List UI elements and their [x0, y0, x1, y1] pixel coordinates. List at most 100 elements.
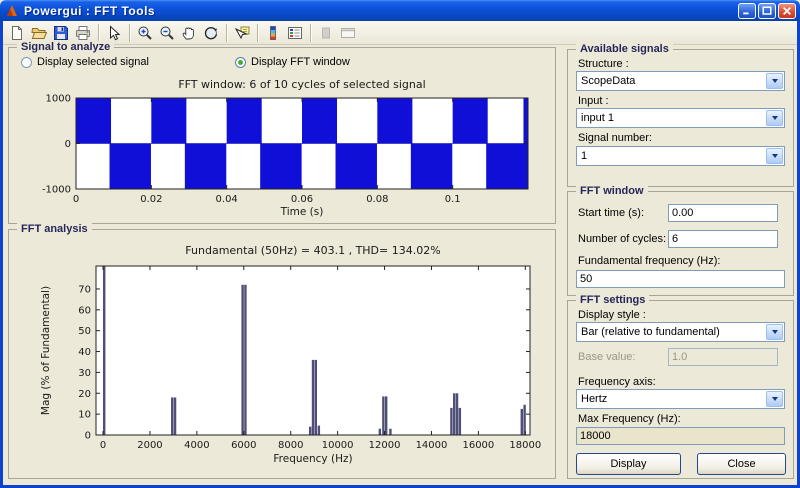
- svg-text:0.1: 0.1: [445, 194, 461, 205]
- base-value-input: [668, 348, 778, 366]
- structure-select-value: ScopeData: [577, 75, 765, 87]
- svg-text:30: 30: [78, 368, 91, 379]
- start-time-label: Start time (s):: [578, 207, 644, 219]
- window-border: [0, 21, 3, 488]
- data-cursor-icon[interactable]: [231, 23, 253, 43]
- chevron-down-icon: [766, 148, 783, 164]
- rotate-3d-icon[interactable]: [200, 23, 222, 43]
- svg-text:4000: 4000: [184, 440, 209, 451]
- svg-text:-1000: -1000: [42, 185, 71, 196]
- start-time-input[interactable]: [668, 204, 778, 222]
- max-frequency-label: Max Frequency (Hz):: [578, 413, 681, 425]
- fft-panel-title: FFT analysis: [17, 223, 92, 236]
- window-title: Powergui : FFT Tools: [24, 4, 738, 18]
- signal-to-analyze-panel: Signal to analyze Display selected signa…: [8, 47, 556, 224]
- signal-panel-title: Signal to analyze: [17, 41, 114, 54]
- plot-tools-icon[interactable]: [337, 23, 359, 43]
- max-frequency-input[interactable]: [576, 427, 785, 445]
- signal-number-select-value: 1: [577, 150, 765, 162]
- display-button[interactable]: Display: [576, 453, 681, 475]
- display-style-label: Display style :: [578, 309, 646, 321]
- svg-text:8000: 8000: [278, 440, 303, 451]
- svg-text:12000: 12000: [369, 440, 401, 451]
- svg-text:2000: 2000: [137, 440, 162, 451]
- fft-analysis-panel: FFT analysis 020004000600080001000012000…: [8, 229, 556, 479]
- pointer-icon[interactable]: [103, 23, 125, 43]
- svg-text:18000: 18000: [509, 440, 541, 451]
- title-bar[interactable]: Powergui : FFT Tools: [0, 0, 800, 21]
- structure-label: Structure :: [578, 58, 629, 70]
- svg-text:1000: 1000: [46, 94, 71, 105]
- display-style-select[interactable]: Bar (relative to fundamental): [576, 322, 785, 342]
- svg-text:0.02: 0.02: [140, 194, 162, 205]
- frequency-axis-select-value: Hertz: [577, 393, 765, 405]
- minimize-button[interactable]: [738, 3, 756, 19]
- number-of-cycles-label: Number of cycles:: [578, 233, 666, 245]
- input-select-value: input 1: [577, 112, 765, 124]
- display-style-select-value: Bar (relative to fundamental): [577, 326, 765, 338]
- frequency-axis-label: Frequency axis:: [578, 376, 656, 388]
- open-file-icon[interactable]: [28, 23, 50, 43]
- close-action-button[interactable]: Close: [697, 453, 786, 475]
- toolbar-separator: [98, 24, 99, 42]
- svg-text:10: 10: [78, 410, 91, 421]
- chevron-down-icon: [766, 324, 783, 340]
- svg-text:16000: 16000: [462, 440, 494, 451]
- base-value-label: Base value:: [578, 351, 635, 363]
- radio-display-fft-window[interactable]: Display FFT window: [235, 56, 350, 68]
- input-label: Input :: [578, 95, 609, 107]
- radio-label: Display FFT window: [251, 56, 350, 68]
- svg-text:70: 70: [78, 284, 91, 295]
- input-select[interactable]: input 1: [576, 108, 785, 128]
- svg-text:60: 60: [78, 305, 91, 316]
- toolbar: [3, 21, 797, 45]
- frequency-axis-select[interactable]: Hertz: [576, 389, 785, 409]
- save-icon[interactable]: [50, 23, 72, 43]
- signal-number-label: Signal number:: [578, 132, 652, 144]
- toolbar-separator: [226, 24, 227, 42]
- svg-text:FFT window: 6 of 10 cycles of: FFT window: 6 of 10 cycles of selected s…: [178, 78, 425, 91]
- zoom-out-icon[interactable]: [156, 23, 178, 43]
- fundamental-frequency-input[interactable]: [576, 270, 785, 288]
- fft-settings-panel: FFT settings Display style : Bar (relati…: [567, 300, 794, 479]
- print-icon[interactable]: [72, 23, 94, 43]
- chevron-down-icon: [766, 110, 783, 126]
- number-of-cycles-input[interactable]: [668, 230, 778, 248]
- svg-text:0: 0: [73, 194, 79, 205]
- svg-text:50: 50: [78, 326, 91, 337]
- available-signals-panel: Available signals Structure : ScopeData …: [567, 49, 794, 187]
- svg-text:0.04: 0.04: [216, 194, 238, 205]
- legend-icon[interactable]: [284, 23, 306, 43]
- fundamental-frequency-label: Fundamental frequency (Hz):: [578, 255, 720, 267]
- svg-text:0: 0: [65, 139, 71, 150]
- pan-hand-icon[interactable]: [178, 23, 200, 43]
- chevron-down-icon: [766, 73, 783, 89]
- fft-window-signal-plot: 00.020.040.060.080.1-100001000FFT window…: [9, 48, 555, 223]
- available-signals-title: Available signals: [576, 43, 673, 56]
- svg-text:Frequency (Hz): Frequency (Hz): [273, 453, 352, 465]
- radio-display-selected-signal[interactable]: Display selected signal: [21, 56, 149, 68]
- svg-text:0: 0: [85, 431, 91, 442]
- close-button[interactable]: [778, 3, 796, 19]
- signal-number-select[interactable]: 1: [576, 146, 785, 166]
- svg-text:Mag (% of Fundamental): Mag (% of Fundamental): [40, 286, 52, 415]
- svg-text:14000: 14000: [416, 440, 448, 451]
- svg-text:Fundamental (50Hz) = 403.1 , T: Fundamental (50Hz) = 403.1 , THD= 134.02…: [185, 244, 440, 257]
- fft-window-title: FFT window: [576, 185, 648, 198]
- powergui-fft-tools-window: Powergui : FFT Tools: [0, 0, 800, 488]
- toolbar-separator: [257, 24, 258, 42]
- radio-label: Display selected signal: [37, 56, 149, 68]
- colorbar-disabled-icon: [315, 23, 337, 43]
- svg-text:6000: 6000: [231, 440, 256, 451]
- svg-text:0: 0: [100, 440, 106, 451]
- new-file-icon[interactable]: [6, 23, 28, 43]
- svg-text:Time (s): Time (s): [280, 206, 324, 218]
- structure-select[interactable]: ScopeData: [576, 71, 785, 91]
- svg-text:0.08: 0.08: [366, 194, 388, 205]
- zoom-in-icon[interactable]: [134, 23, 156, 43]
- maximize-button[interactable]: [758, 3, 776, 19]
- fft-settings-title: FFT settings: [576, 294, 649, 307]
- radio-unselected-icon: [21, 57, 32, 68]
- matlab-logo-icon: [4, 3, 20, 19]
- colorbar-icon[interactable]: [262, 23, 284, 43]
